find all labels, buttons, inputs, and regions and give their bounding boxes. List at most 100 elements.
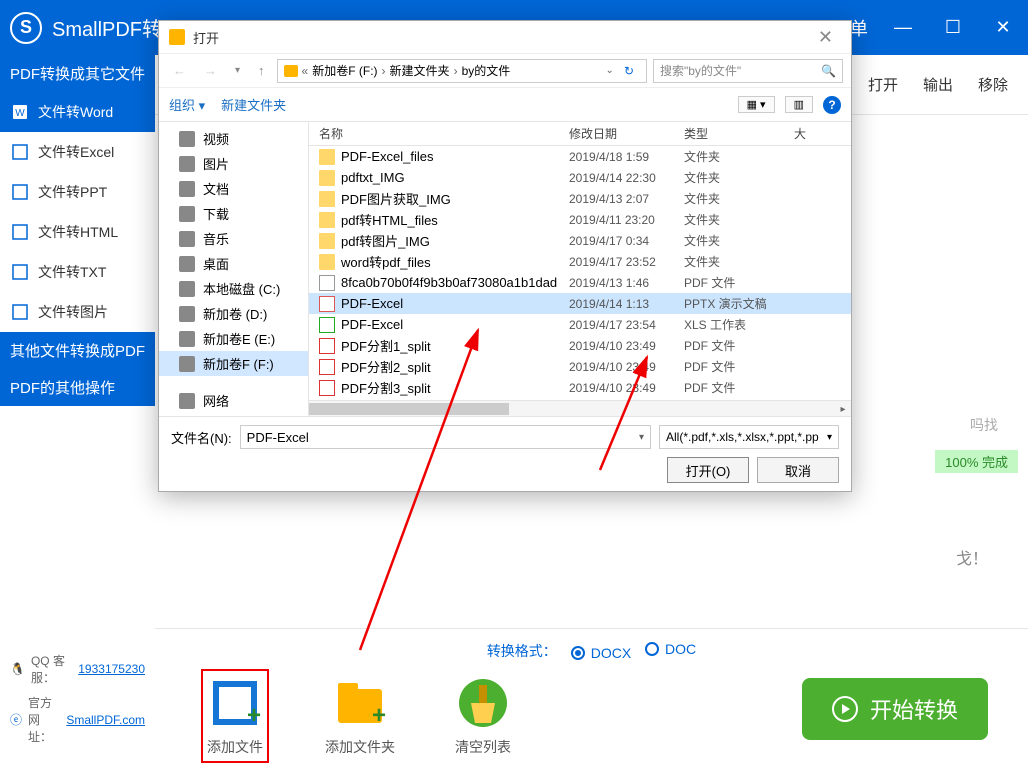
file-row[interactable]: 8fca0b70b0f4f9b3b0af73080a1b1dad2019/4/1… (309, 272, 851, 293)
drive-icon (179, 181, 195, 197)
col-name[interactable]: 名称 (309, 125, 569, 142)
file-type: PDF 文件 (684, 358, 794, 375)
minimize-button[interactable]: — (888, 17, 918, 38)
drive-icon (179, 256, 195, 272)
col-size[interactable]: 大 (794, 125, 851, 142)
tree-item[interactable]: 新加卷F (F:) (159, 351, 308, 376)
sidebar-item-excel[interactable]: 文件转Excel (0, 132, 155, 172)
file-row[interactable]: PDF分割2_split2019/4/10 23:49PDF 文件 (309, 356, 851, 377)
progress-badge: 100% 完成 (935, 450, 1018, 473)
tree-item[interactable]: 新加卷E (E:) (159, 326, 308, 351)
start-convert-button[interactable]: 开始转换 (802, 678, 988, 740)
site-link[interactable]: SmallPDF.com (66, 713, 145, 727)
filter-value: All(*.pdf,*.xls,*.xlsx,*.ppt,*.pp (666, 430, 819, 444)
title-controls: 单 — ☐ ✕ (850, 15, 1018, 41)
back-button[interactable]: ← (167, 63, 192, 78)
radio-label: DOCX (591, 645, 631, 661)
sidebar-item-ppt[interactable]: 文件转PPT (0, 172, 155, 212)
tree-item[interactable]: 图片 (159, 151, 308, 176)
sidebar-section-pdf-ops[interactable]: PDF的其他操作 (0, 369, 155, 406)
file-row[interactable]: PDF-Excel_files2019/4/18 1:59文件夹 (309, 146, 851, 167)
horizontal-scrollbar[interactable]: ◂ ▸ (309, 400, 851, 416)
crumb-1[interactable]: 新加卷F (F:) (312, 62, 377, 79)
recent-dropdown[interactable]: ▾ (229, 65, 246, 76)
clear-list-button[interactable]: 清空列表 (455, 675, 511, 757)
sidebar-section-other-to-pdf[interactable]: 其他文件转换成PDF (0, 332, 155, 369)
file-row[interactable]: pdftxt_IMG2019/4/14 22:30文件夹 (309, 167, 851, 188)
maximize-button[interactable]: ☐ (938, 17, 968, 38)
forward-button[interactable]: → (198, 63, 223, 78)
add-file-button[interactable]: + 添加文件 (201, 669, 269, 763)
file-row[interactable]: word转pdf_files2019/4/17 23:52文件夹 (309, 251, 851, 272)
refresh-button[interactable]: ↻ (618, 64, 640, 78)
help-icon[interactable]: ? (823, 96, 841, 114)
crumb-overflow: « (302, 64, 309, 78)
crumb-3[interactable]: by的文件 (462, 62, 511, 79)
output-button[interactable]: 输出 (923, 74, 953, 95)
scroll-right-icon[interactable]: ▸ (835, 401, 851, 416)
col-date[interactable]: 修改日期 (569, 125, 684, 142)
scroll-thumb[interactable] (309, 403, 509, 415)
file-icon (319, 275, 335, 291)
tree-item[interactable]: 网络 (159, 388, 308, 413)
image-icon (12, 304, 28, 320)
dialog-cancel-button[interactable]: 取消 (757, 457, 839, 483)
tree-item[interactable]: 新加卷 (D:) (159, 301, 308, 326)
crumb-2[interactable]: 新建文件夹 (390, 62, 450, 79)
file-row[interactable]: pdf转图片_IMG2019/4/17 0:34文件夹 (309, 230, 851, 251)
tree-item[interactable]: 桌面 (159, 251, 308, 276)
dialog-open-button[interactable]: 打开(O) (667, 457, 749, 483)
drive-icon (179, 281, 195, 297)
app-logo-icon: S (10, 12, 42, 44)
remove-button[interactable]: 移除 (978, 74, 1008, 95)
tree-item-label: 本地磁盘 (C:) (203, 279, 280, 298)
breadcrumb[interactable]: « 新加卷F (F:) › 新建文件夹 › by的文件 ⌄ ↻ (277, 59, 647, 83)
tree-item-label: 下载 (203, 204, 229, 223)
done-tail: 戈！ (956, 545, 988, 569)
new-folder-button[interactable]: 新建文件夹 (221, 95, 286, 114)
tree-item[interactable]: 下载 (159, 201, 308, 226)
search-placeholder: 搜索"by的文件" (660, 62, 741, 79)
tree-item[interactable]: 本地磁盘 (C:) (159, 276, 308, 301)
file-type: XLS 工作表 (684, 316, 794, 333)
tree-item[interactable]: 视频 (159, 126, 308, 151)
file-row[interactable]: PDF图片获取_IMG2019/4/13 2:07文件夹 (309, 188, 851, 209)
radio-doc[interactable]: DOC (645, 641, 696, 657)
file-filter-dropdown[interactable]: All(*.pdf,*.xls,*.xlsx,*.ppt,*.pp ▾ (659, 425, 839, 449)
preview-pane-button[interactable]: ▥ (785, 96, 813, 113)
close-button[interactable]: ✕ (988, 17, 1018, 38)
dialog-close-button[interactable]: ✕ (810, 27, 841, 48)
drive-icon (179, 393, 195, 409)
tree-item[interactable]: 音乐 (159, 226, 308, 251)
file-row[interactable]: PDF-Excel2019/4/17 23:54XLS 工作表 (309, 314, 851, 335)
file-row[interactable]: PDF分割3_split2019/4/10 23:49PDF 文件 (309, 377, 851, 398)
view-mode-button[interactable]: ▦ ▾ (738, 96, 775, 113)
crumb-dropdown-icon[interactable]: ⌄ (606, 65, 614, 76)
col-type[interactable]: 类型 (684, 125, 794, 142)
tree-item[interactable]: 文档 (159, 176, 308, 201)
radio-docx[interactable]: DOCX (571, 645, 631, 661)
filename-input[interactable]: PDF-Excel ▾ (240, 425, 651, 449)
svg-text:W: W (15, 108, 25, 119)
search-input[interactable]: 搜索"by的文件" 🔍 (653, 59, 843, 83)
up-button[interactable]: ↑ (252, 63, 271, 78)
file-name: word转pdf_files (341, 252, 431, 271)
sidebar-section-pdf-to-other[interactable]: PDF转换成其它文件 (0, 55, 155, 92)
file-row[interactable]: PDF-Excel2019/4/14 1:13PPTX 演示文稿 (309, 293, 851, 314)
sidebar-item-txt[interactable]: 文件转TXT (0, 252, 155, 292)
open-button[interactable]: 打开 (868, 74, 898, 95)
file-row[interactable]: PDF分割1_split2019/4/10 23:49PDF 文件 (309, 335, 851, 356)
file-row[interactable]: pdf转HTML_files2019/4/11 23:20文件夹 (309, 209, 851, 230)
qq-link[interactable]: 1933175230 (78, 662, 145, 676)
dialog-body: 视频图片文档下载音乐桌面本地磁盘 (C:) 新加卷 (D:)新加卷E (E:)新加… (159, 122, 851, 416)
organize-button[interactable]: 组织 ▾ (169, 95, 205, 114)
file-type: 文件夹 (684, 148, 794, 165)
sidebar-item-word[interactable]: W 文件转Word (0, 92, 155, 132)
sidebar-item-html[interactable]: 文件转HTML (0, 212, 155, 252)
sidebar-item-image[interactable]: 文件转图片 (0, 292, 155, 332)
menu-label[interactable]: 单 (850, 15, 868, 41)
file-open-dialog: 打开 ✕ ← → ▾ ↑ « 新加卷F (F:) › 新建文件夹 › by的文件… (158, 20, 852, 492)
svg-text:+: + (247, 702, 261, 729)
drive-icon (179, 306, 195, 322)
add-folder-button[interactable]: + 添加文件夹 (325, 675, 395, 757)
